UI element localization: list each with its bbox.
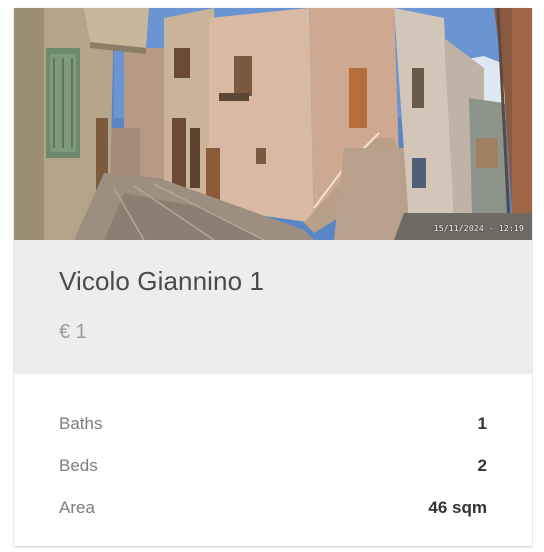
listing-title[interactable]: Vicolo Giannino 1 [59, 266, 264, 297]
listing-price: € 1 [59, 321, 87, 343]
detail-value: 46 sqm [428, 498, 487, 517]
detail-row-beds: Beds 2 [59, 456, 487, 480]
detail-value: 2 [477, 456, 487, 475]
detail-label: Area [59, 498, 95, 517]
listing-card[interactable]: 15/11/2024 - 12:19 Vicolo Giannino 1 € 1… [14, 8, 532, 546]
photo-timestamp: 15/11/2024 - 12:19 [433, 224, 524, 233]
detail-label: Baths [59, 414, 103, 433]
detail-row-area: Area 46 sqm [59, 498, 487, 522]
detail-row-baths: Baths 1 [59, 414, 487, 438]
street-photo-icon [14, 8, 532, 240]
listing-details: Baths 1 Beds 2 Area 46 sqm [14, 374, 532, 546]
detail-value: 1 [477, 414, 487, 433]
listing-photo[interactable]: 15/11/2024 - 12:19 [14, 8, 532, 240]
detail-label: Beds [59, 456, 98, 475]
listing-info-panel: Vicolo Giannino 1 € 1 [14, 240, 532, 374]
